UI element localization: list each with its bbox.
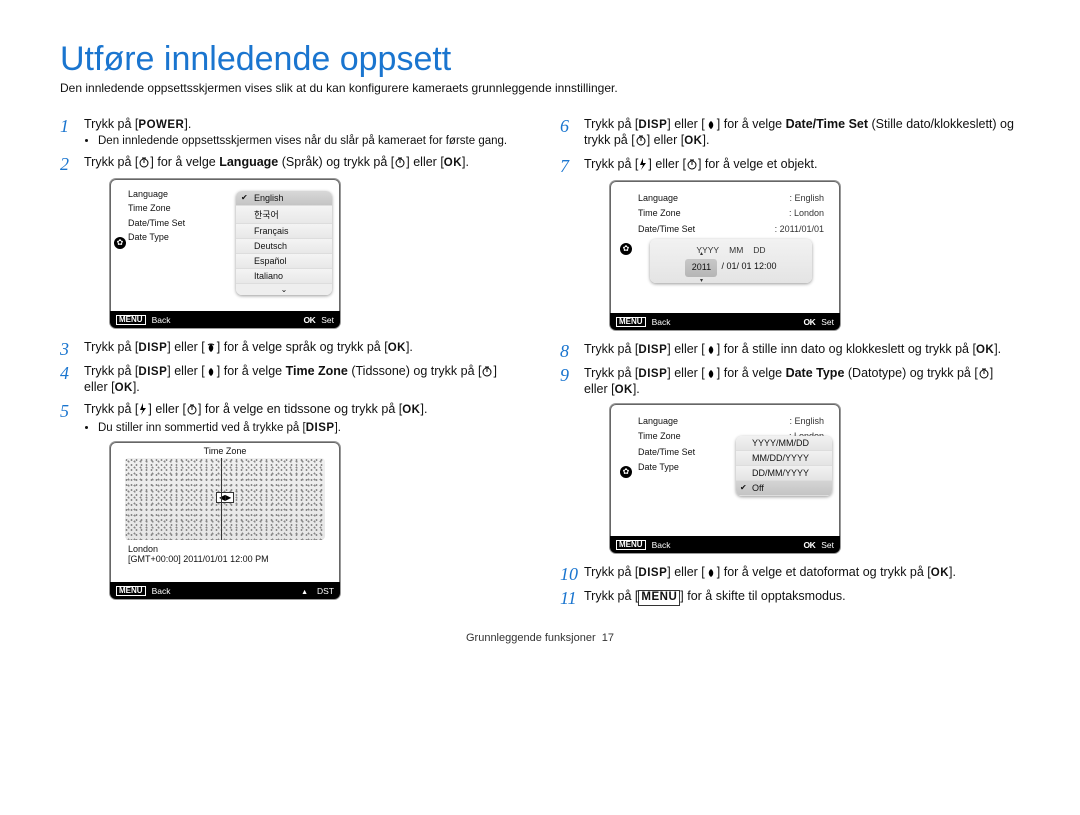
up-triangle-icon	[301, 586, 311, 596]
power-button-label: POWER	[138, 119, 184, 131]
macro-icon	[205, 341, 217, 356]
step-9: Trykk på [DISP] eller [] for å velge Dat…	[560, 366, 1020, 553]
macro-icon	[705, 118, 717, 133]
timer-icon	[394, 156, 406, 171]
flash-icon	[638, 158, 648, 173]
step-1-note: Den innledende oppsettsskjermen vises nå…	[98, 135, 520, 147]
step-4: Trykk på [DISP] eller [] for å velge Tim…	[60, 364, 520, 394]
datetime-editor[interactable]: YYYY MM DD ▴2011▾ / 01/ 01 12:00	[650, 239, 812, 283]
gear-icon	[114, 237, 126, 249]
timer-icon	[481, 365, 493, 380]
settings-menu: Language Time Zone Date/Time Set Date Ty…	[128, 187, 185, 245]
step-8: Trykk på [DISP] eller [] for å stille in…	[560, 342, 1020, 358]
list-item[interactable]: English	[236, 191, 332, 206]
list-item[interactable]: Off	[736, 481, 832, 496]
timer-icon	[186, 403, 198, 418]
chevron-down-icon: ⌄	[236, 284, 332, 295]
flash-icon	[138, 403, 148, 418]
list-item[interactable]: Español	[236, 254, 332, 269]
macro-icon	[705, 343, 717, 358]
macro-icon	[205, 365, 217, 380]
list-item[interactable]: 한국어	[236, 206, 332, 224]
step-3: Trykk på [DISP] eller [] for å velge spr…	[60, 340, 520, 356]
step-6: Trykk på [DISP] eller [] for å velge Dat…	[560, 117, 1020, 149]
tz-title: Time Zone	[116, 446, 334, 458]
timer-icon	[635, 134, 647, 149]
menu-button-label: MENU	[638, 590, 680, 606]
timer-icon	[978, 367, 990, 382]
timer-icon	[138, 156, 150, 171]
step-2: Trykk på [] for å velge Language (Språk)…	[60, 155, 520, 328]
list-item[interactable]: YYYY/MM/DD	[736, 436, 832, 451]
step-10: Trykk på [DISP] eller [] for å velge et …	[560, 565, 1020, 581]
macro-icon	[705, 367, 717, 382]
menu-icon: MENU	[116, 586, 146, 596]
menu-icon: MENU	[616, 540, 646, 550]
screenshot-language: Language Time Zone Date/Time Set Date Ty…	[110, 179, 340, 328]
tz-gmt: [GMT+00:00] 2011/01/01 12:00 PM	[128, 554, 322, 564]
screenshot-timezone: Time Zone ◀▶ London [GMT+00:00] 2011/01/…	[110, 442, 340, 599]
page-footer: Grunnleggende funksjoner 17	[60, 632, 1020, 644]
page-subtitle: Den innledende oppsettsskjermen vises sl…	[60, 81, 1020, 95]
step-7: Trykk på [] eller [] for å velge et obje…	[560, 157, 1020, 330]
menu-icon: MENU	[116, 315, 146, 325]
screenshot-datetime: Language: English Time Zone: London Date…	[610, 181, 840, 330]
page-title: Utføre innledende oppsett	[60, 40, 1020, 79]
world-map[interactable]: ◀▶	[125, 458, 325, 540]
step-5-note: Du stiller inn sommertid ved å trykke på…	[98, 422, 520, 434]
tz-city: London	[128, 544, 322, 554]
list-item[interactable]: MM/DD/YYYY	[736, 451, 832, 466]
gear-icon	[620, 243, 632, 255]
step-5: Trykk på [] eller [] for å velge en tids…	[60, 402, 520, 599]
year-spinner[interactable]: ▴2011▾	[685, 259, 717, 276]
ok-icon: OK	[303, 315, 315, 325]
list-item[interactable]: DD/MM/YYYY	[736, 466, 832, 481]
list-item[interactable]: Deutsch	[236, 239, 332, 254]
macro-icon	[705, 566, 717, 581]
disp-button-label: DISP	[138, 342, 167, 354]
ok-button-label: OK	[444, 157, 462, 169]
timer-icon	[686, 158, 698, 173]
screenshot-datetype: Language: English Time Zone: London Date…	[610, 404, 840, 553]
step-11: Trykk på [MENU] for å skifte til opptaks…	[560, 589, 1020, 606]
step-1: Trykk på [POWER]. Den innledende oppsett…	[60, 117, 520, 147]
list-item[interactable]: Italiano	[236, 269, 332, 284]
list-item[interactable]: Français	[236, 224, 332, 239]
language-popup: English 한국어 Français Deutsch Español Ita…	[236, 191, 332, 295]
nav-arrows-icon: ◀▶	[216, 492, 234, 503]
gear-icon	[620, 466, 632, 478]
menu-icon: MENU	[616, 317, 646, 327]
datetype-popup: YYYY/MM/DD MM/DD/YYYY DD/MM/YYYY Off	[736, 436, 832, 496]
